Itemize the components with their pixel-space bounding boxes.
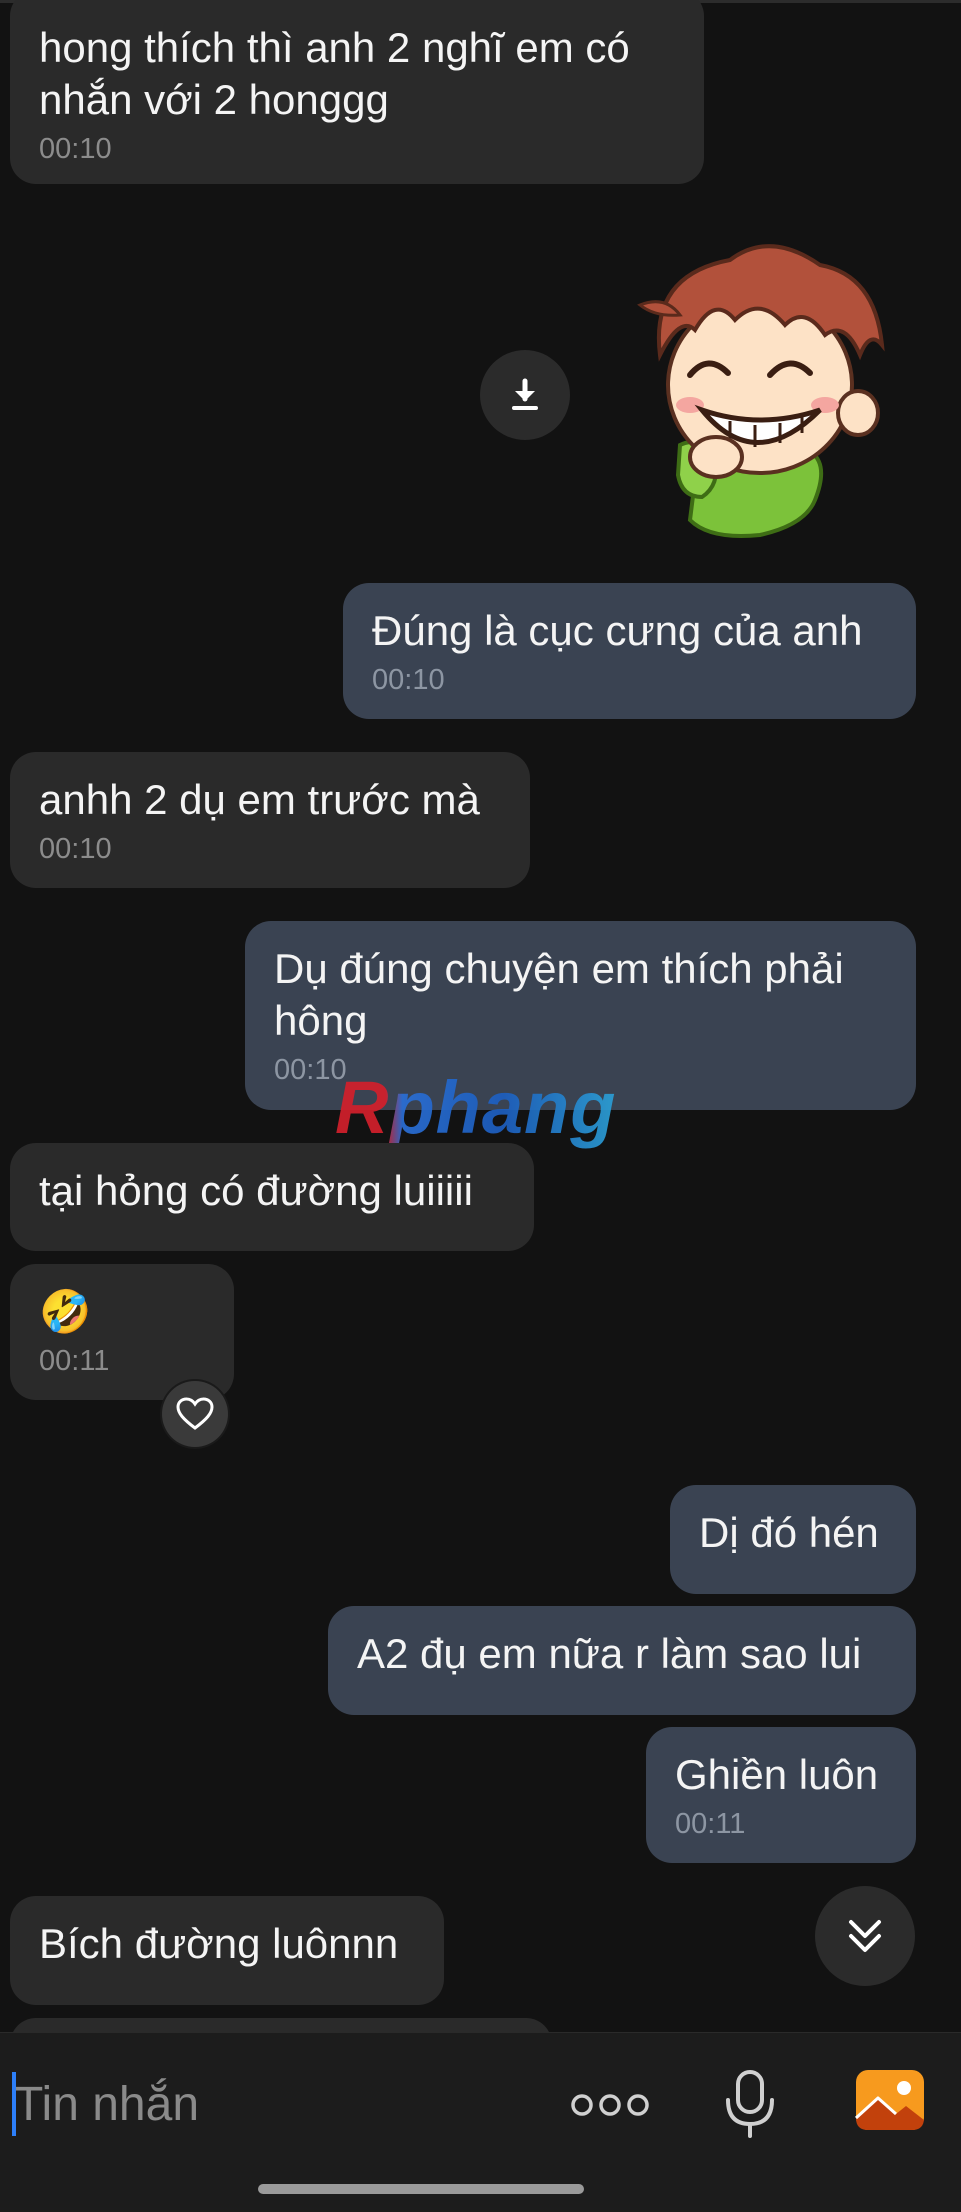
download-button[interactable]: [480, 350, 570, 440]
message-bubble-outgoing[interactable]: Đúng là cục cưng của anh 00:10: [343, 583, 916, 719]
message-time: 00:10: [39, 133, 112, 165]
message-text: tại hỏng có đường luiiiii: [39, 1167, 473, 1214]
download-icon: [512, 378, 538, 410]
message-text: anhh 2 dụ em trước mà: [39, 776, 480, 823]
chevron-double-down-icon: [849, 1920, 881, 1952]
scroll-to-bottom-button[interactable]: [815, 1886, 915, 1986]
message-text: Dụ đúng chuyện em thích phải hông: [274, 945, 844, 1044]
message-text: Đúng là cục cưng của anh: [372, 607, 863, 654]
message-bubble-incoming[interactable]: anhh 2 dụ em trước mà 00:10: [10, 752, 530, 888]
message-bubble-incoming[interactable]: tại hỏng có đường luiiiii: [10, 1143, 534, 1251]
message-bubble-outgoing[interactable]: A2 đụ em nữa r làm sao lui: [328, 1606, 916, 1715]
message-input[interactable]: [14, 2075, 514, 2135]
message-text: Dị đó hén: [699, 1509, 879, 1556]
message-bubble-incoming[interactable]: 🤣 00:11: [10, 1264, 234, 1400]
message-text: Bích đường luônnn: [39, 1920, 399, 1967]
message-time: 00:11: [675, 1808, 746, 1840]
message-time: 00:11: [39, 1345, 110, 1377]
message-bubble-outgoing[interactable]: Dị đó hén: [670, 1485, 916, 1594]
image-icon[interactable]: [854, 2068, 926, 2132]
home-indicator[interactable]: [258, 2184, 584, 2194]
watermark-logo: Rphang: [335, 1066, 617, 1149]
more-dots-icon[interactable]: [570, 2085, 650, 2125]
message-bubble-incoming[interactable]: hong thích thì anh 2 nghĩ em có nhắn với…: [10, 0, 704, 184]
message-bubble-incoming[interactable]: Bích đường luônnn: [10, 1896, 444, 2005]
message-text: A2 đụ em nữa r làm sao lui: [357, 1630, 862, 1677]
more-dots-svg: [571, 2094, 649, 2116]
message-bubble-outgoing[interactable]: Ghiền luôn 00:11: [646, 1727, 916, 1863]
message-text: hong thích thì anh 2 nghĩ em có nhắn với…: [39, 24, 630, 123]
heart-icon: [176, 1397, 214, 1430]
sticker-image[interactable]: [620, 235, 910, 545]
message-text: Ghiền luôn: [675, 1751, 879, 1798]
emoji-message: 🤣: [39, 1288, 92, 1335]
message-time: 00:10: [39, 833, 112, 865]
text-cursor: [12, 2072, 16, 2136]
react-button[interactable]: [162, 1381, 228, 1447]
microphone-icon[interactable]: [722, 2068, 778, 2140]
message-time: 00:10: [372, 664, 445, 696]
